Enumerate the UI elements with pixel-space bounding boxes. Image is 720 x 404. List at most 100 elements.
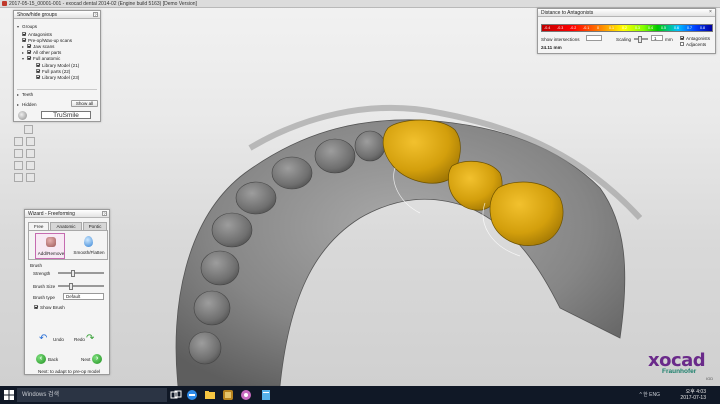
scale-tick: 0.7	[687, 26, 692, 30]
slider-thumb[interactable]	[69, 283, 73, 290]
trusmile-widget[interactable]: TruSmile	[15, 110, 99, 121]
view-left-button[interactable]	[14, 137, 23, 146]
view-buccal-button[interactable]	[26, 173, 35, 182]
view-front-button[interactable]	[14, 149, 23, 158]
view-back-button[interactable]	[26, 149, 35, 158]
scale-tick: 0.6	[674, 26, 679, 30]
slider-thumb[interactable]	[638, 36, 642, 43]
water-drop-icon	[84, 236, 93, 247]
tooth-brush-icon	[46, 237, 56, 247]
show-brush-toggle[interactable]: Show Brush	[34, 304, 65, 310]
view-right-button[interactable]	[26, 137, 35, 146]
teeth-section-toggle[interactable]: ▸ Teeth	[17, 91, 33, 97]
taskbar: Windows 검색 ^ 한 ENG 오후 4:03 2017-07-13	[0, 386, 720, 404]
checkbox[interactable]	[680, 42, 684, 46]
scale-tick: 0	[597, 26, 599, 30]
group-subitem-label: Library Model (21)	[42, 62, 80, 68]
group-item-label: Full anatomic	[33, 55, 61, 61]
app-icon	[2, 1, 7, 6]
teeth-section-label: Teeth	[22, 91, 34, 97]
checkbox[interactable]	[36, 69, 40, 73]
checkbox[interactable]	[34, 305, 38, 309]
strength-slider[interactable]	[58, 270, 104, 277]
expand-arrow-icon[interactable]: ▸	[22, 50, 26, 55]
tab-anatomic[interactable]: Anatomic	[50, 222, 82, 230]
expand-arrow-icon[interactable]: ▸	[22, 44, 26, 49]
groups-panel-title: Show/hide groups	[17, 12, 58, 18]
collapse-arrow-icon[interactable]: ▾	[22, 56, 26, 61]
checkbox[interactable]	[22, 38, 26, 42]
distance-panel: Distance to Antagonists × -0.4 -0.3 -0.2…	[537, 8, 716, 54]
show-intersections-label: Show intersections	[541, 36, 580, 42]
groups-section-toggle[interactable]: ▾ Groups	[17, 23, 37, 29]
tab-pontic[interactable]: Pontic	[82, 222, 108, 230]
view-bottom-button[interactable]	[26, 161, 35, 170]
checkbox[interactable]	[36, 75, 40, 79]
checkbox[interactable]	[680, 36, 684, 40]
scaling-input[interactable]: 1	[651, 35, 663, 41]
intersections-dropdown[interactable]	[586, 35, 602, 41]
system-tray[interactable]: ^ 한 ENG	[639, 391, 660, 398]
redo-button[interactable]: Redo	[74, 336, 85, 342]
task-view-icon[interactable]	[170, 389, 182, 401]
windows-start-icon[interactable]	[4, 390, 14, 400]
strength-label: Strength	[33, 270, 51, 276]
undo-button[interactable]: Undo	[53, 336, 64, 342]
groups-section-label: Groups	[22, 23, 38, 29]
checkbox[interactable]	[36, 63, 40, 67]
group-item-label: Pre-op/Wax-up scans	[28, 37, 72, 43]
group-item[interactable]: ▾ Full anatomic	[22, 55, 60, 61]
checkbox[interactable]	[27, 50, 31, 54]
scaling-unit: mm	[665, 36, 673, 42]
checkbox[interactable]	[27, 56, 31, 60]
checkbox[interactable]	[22, 32, 26, 36]
group-subitem[interactable]: Library Model (23)	[36, 74, 79, 80]
next-arrow-icon[interactable]: ›	[92, 354, 102, 364]
redo-icon[interactable]: ↷	[86, 334, 97, 344]
back-button[interactable]: Back	[48, 356, 58, 362]
scale-tick: 0.1	[609, 26, 614, 30]
brush-size-slider[interactable]	[58, 283, 104, 290]
scale-tick: -0.3	[557, 26, 564, 30]
trusmile-logo-icon	[18, 111, 27, 120]
app-logo: xocad Fraunhofer IGD	[648, 350, 718, 384]
scale-tick: 0.2	[622, 26, 627, 30]
edge-browser-icon[interactable]	[186, 389, 198, 401]
app-icon[interactable]	[260, 389, 272, 401]
view-occlusal-button[interactable]	[14, 161, 23, 170]
undo-icon[interactable]: ↶	[39, 334, 50, 344]
app-icon[interactable]	[240, 389, 252, 401]
scaling-label: Scaling	[616, 36, 632, 42]
checkbox[interactable]	[27, 44, 31, 48]
divider	[17, 89, 97, 90]
brush-type-dropdown[interactable]: Default	[63, 293, 104, 300]
clock[interactable]: 오후 4:03 2017-07-13	[680, 389, 706, 401]
view-top-button[interactable]	[24, 125, 33, 134]
file-explorer-icon[interactable]	[204, 389, 216, 401]
tab-free[interactable]: Free	[28, 222, 50, 230]
view-lingual-button[interactable]	[14, 173, 23, 182]
group-item-label: Jaw scans	[33, 43, 55, 49]
app-icon[interactable]	[222, 389, 234, 401]
slider-thumb[interactable]	[71, 270, 75, 277]
trusmile-button[interactable]: TruSmile	[41, 111, 91, 119]
scale-tick: -0.1	[583, 26, 590, 30]
add-remove-tool[interactable]: Add/Remove	[35, 233, 65, 259]
next-button[interactable]: Next	[81, 356, 90, 362]
help-button[interactable]: ?	[102, 211, 107, 216]
scaling-slider[interactable]	[634, 36, 648, 43]
help-button[interactable]: ?	[93, 12, 98, 17]
distance-panel-title: Distance to Antagonists	[541, 10, 594, 16]
taskbar-search[interactable]: Windows 검색	[17, 388, 167, 402]
window-title-bar: 2017-05-15_00001-001 - exocad dental 201…	[0, 0, 720, 8]
show-all-button[interactable]: Show all	[71, 100, 98, 107]
group-item-label: All other parts	[33, 49, 62, 55]
adjacents-toggle[interactable]: Adjacents	[680, 41, 706, 47]
close-icon[interactable]: ×	[708, 10, 713, 15]
show-brush-label: Show Brush	[40, 304, 65, 310]
hidden-section-toggle[interactable]: ▸ Hidden	[17, 101, 37, 107]
show-intersections-option[interactable]: Show intersections	[541, 36, 580, 42]
logo-note: IGD	[706, 376, 714, 381]
back-arrow-icon[interactable]: ‹	[36, 354, 46, 364]
smooth-flatten-tool[interactable]: Smooth/Flatten	[73, 233, 105, 259]
